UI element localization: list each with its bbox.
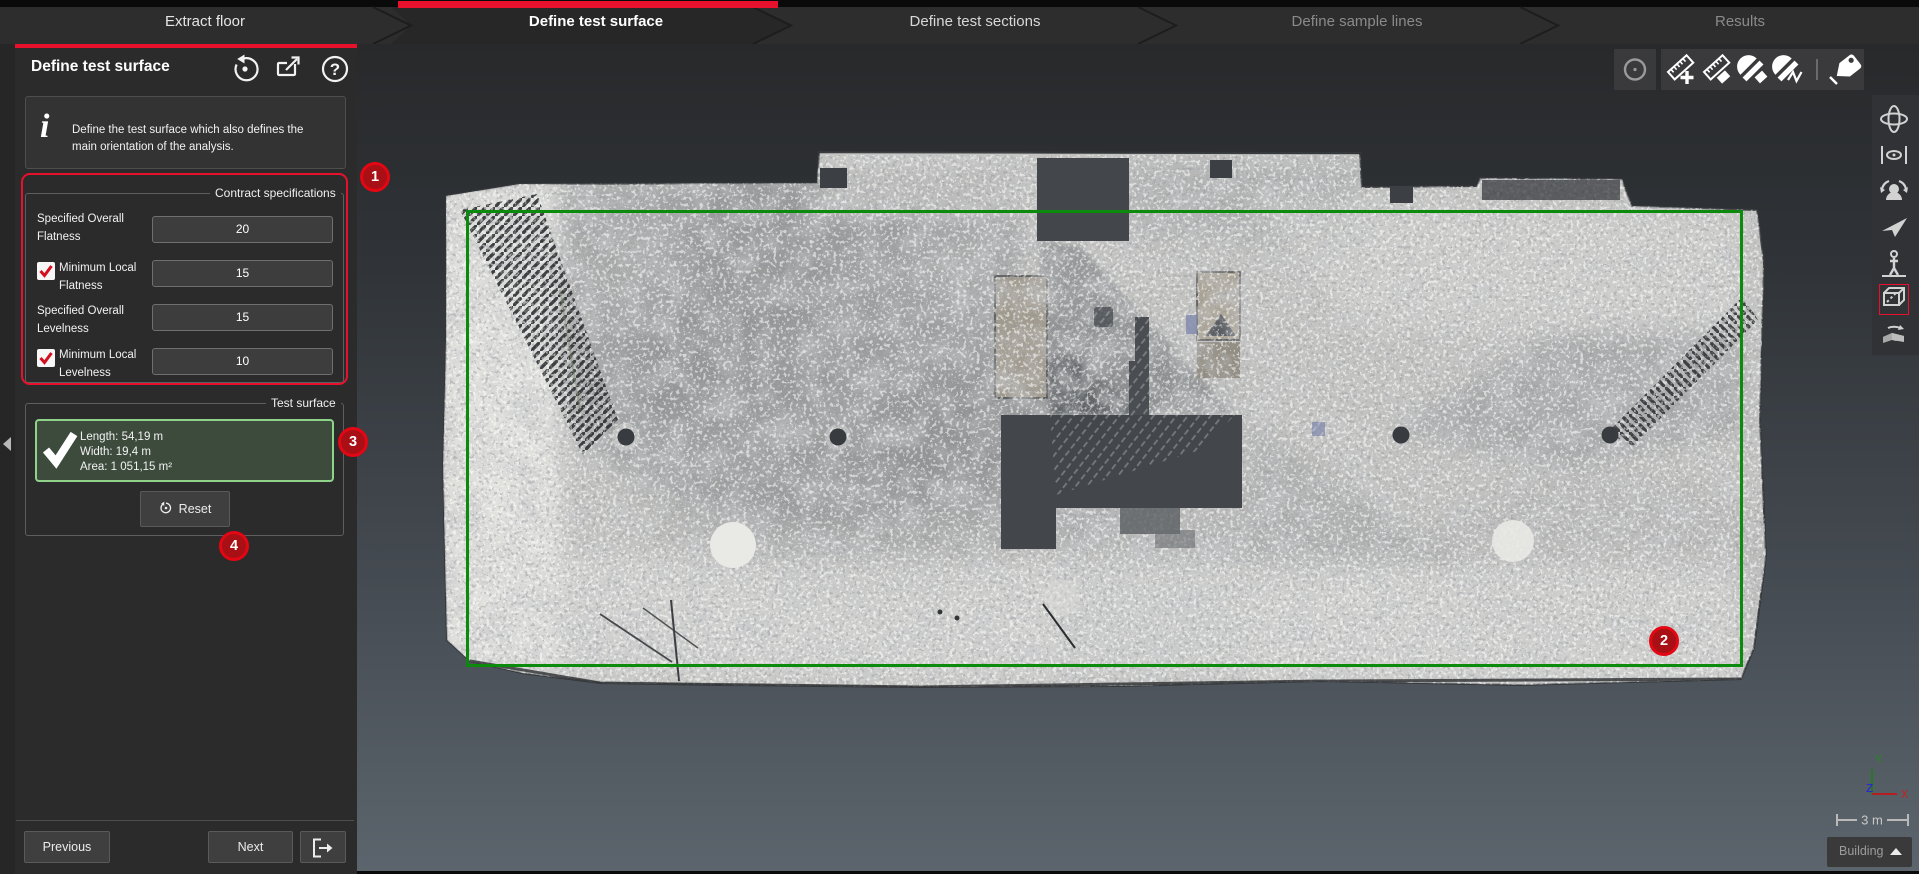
svg-text:Z: Z <box>1866 782 1873 796</box>
svg-text:X: X <box>1901 788 1908 802</box>
svg-text:Y: Y <box>1875 753 1882 767</box>
svg-text:?: ? <box>330 60 340 79</box>
svg-text:3 m: 3 m <box>1861 813 1883 828</box>
